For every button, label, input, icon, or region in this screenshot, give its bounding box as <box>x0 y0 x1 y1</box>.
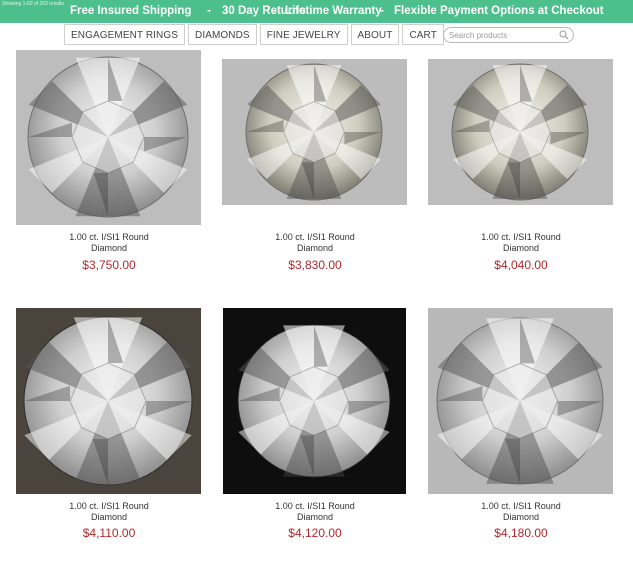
product-image[interactable] <box>428 308 613 494</box>
search-box <box>443 27 574 43</box>
promo-warranty: Lifetime Warranty <box>285 5 382 17</box>
nav-cart[interactable]: CART <box>402 24 444 45</box>
product-title-line: Diamond <box>502 512 540 522</box>
product-price: $3,830.00 <box>288 258 342 272</box>
product-price: $3,750.00 <box>82 258 136 272</box>
nav-diamonds[interactable]: DIAMONDS <box>188 24 257 45</box>
product-title-line: 1.00 ct. I/SI1 Round <box>69 232 149 242</box>
product-title-line: Diamond <box>502 243 540 253</box>
product-price: $4,180.00 <box>494 526 548 540</box>
product-title[interactable]: 1.00 ct. I/SI1 Round Diamond <box>428 501 614 523</box>
search-input[interactable] <box>449 28 559 42</box>
product-title-line: 1.00 ct. I/SI1 Round <box>275 232 355 242</box>
promo-separator: - <box>273 5 277 17</box>
product-title-line: Diamond <box>296 243 334 253</box>
product-title[interactable]: 1.00 ct. I/SI1 Round Diamond <box>16 232 202 254</box>
product-title-line: 1.00 ct. I/SI1 Round <box>481 232 561 242</box>
product-image[interactable] <box>16 308 201 494</box>
main-nav: ENGAGEMENT RINGS DIAMONDS FINE JEWELRY A… <box>64 24 447 45</box>
product-title-line: Diamond <box>296 512 334 522</box>
product-title-line: 1.00 ct. I/SI1 Round <box>69 501 149 511</box>
diamond-image <box>23 316 193 486</box>
product-title-line: Diamond <box>90 512 128 522</box>
magnifier-icon[interactable] <box>559 30 569 40</box>
product-title-line: 1.00 ct. I/SI1 Round <box>275 501 355 511</box>
product-title[interactable]: 1.00 ct. I/SI1 Round Diamond <box>16 501 202 523</box>
nav-fine-jewelry[interactable]: FINE JEWELRY <box>259 24 348 45</box>
diamond-image <box>237 324 391 478</box>
nav-about[interactable]: ABOUT <box>350 24 400 45</box>
promo-bar: Showing 1-60 of 263 results Free Insured… <box>0 0 633 23</box>
product-image[interactable] <box>222 59 407 205</box>
promo-separator: - <box>380 5 384 17</box>
product-title[interactable]: 1.00 ct. I/SI1 Round Diamond <box>222 232 408 254</box>
product-image[interactable] <box>223 308 406 494</box>
diamond-image <box>27 56 189 218</box>
product-title-line: 1.00 ct. I/SI1 Round <box>481 501 561 511</box>
product-image[interactable] <box>16 50 201 225</box>
diamond-image <box>451 63 589 201</box>
promo-separator: - <box>207 5 211 17</box>
product-price: $4,110.00 <box>82 526 136 540</box>
product-title-line: Diamond <box>90 243 128 253</box>
results-count-text: Showing 1-60 of 263 results <box>2 1 64 7</box>
promo-payment: Flexible Payment Options at Checkout <box>394 5 604 17</box>
product-title[interactable]: 1.00 ct. I/SI1 Round Diamond <box>428 232 614 254</box>
diamond-image <box>245 63 383 201</box>
product-title[interactable]: 1.00 ct. I/SI1 Round Diamond <box>222 501 408 523</box>
product-price: $4,040.00 <box>494 258 548 272</box>
product-price: $4,120.00 <box>288 526 342 540</box>
nav-engagement-rings[interactable]: ENGAGEMENT RINGS <box>64 24 185 45</box>
promo-free-shipping: Free Insured Shipping <box>70 5 192 17</box>
diamond-image <box>436 317 604 485</box>
product-image[interactable] <box>428 59 613 205</box>
